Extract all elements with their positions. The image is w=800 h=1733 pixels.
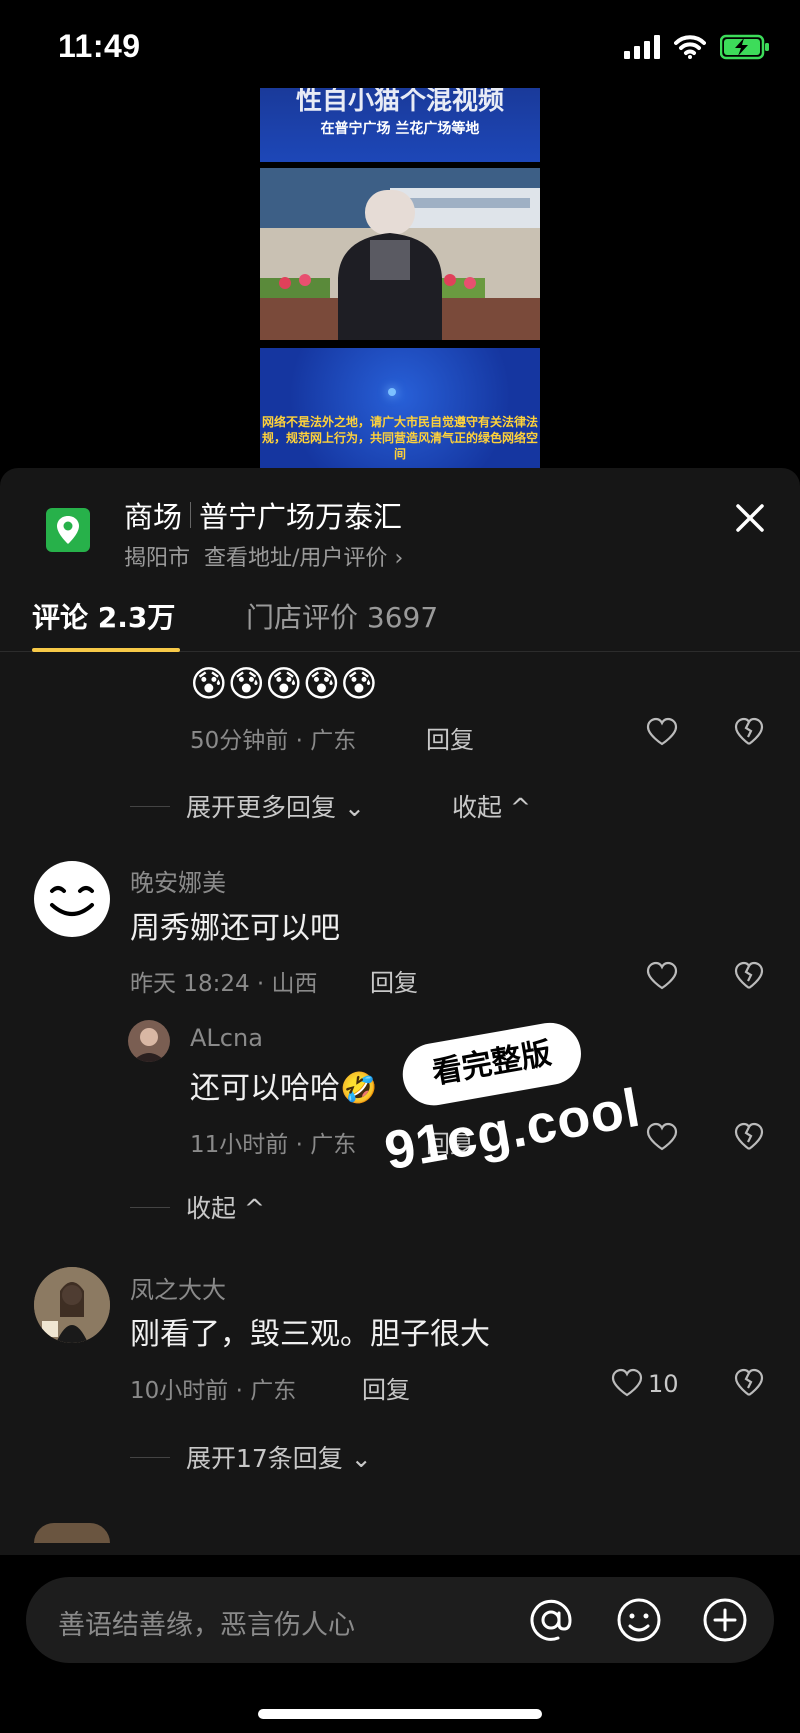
- reply-button[interactable]: 回复: [370, 963, 418, 998]
- divider: [190, 502, 192, 528]
- chevron-right-icon: ›: [394, 546, 404, 571]
- close-icon[interactable]: [728, 496, 772, 540]
- expand-replies-label: 展开17条回复 ⌄: [186, 1444, 372, 1473]
- status-bar: 11:49: [0, 0, 800, 100]
- video-caption: 网络不是法外之地，请广大市民自觉遵守有关法律法规，规范网上行为，共同营造风清气正…: [261, 415, 538, 461]
- tab-store-reviews[interactable]: 门店评价 3697: [246, 596, 438, 636]
- collapse-replies-button[interactable]: 收起 ^: [130, 1189, 265, 1225]
- poi-category: 商场: [124, 500, 183, 534]
- home-indicator[interactable]: [258, 1709, 542, 1719]
- comment-text: 刚看了，毁三观。胆子很大: [130, 1317, 490, 1352]
- video-banner-text: 在普宁广场 兰花广场等地: [320, 121, 480, 137]
- poi-address-link-text: 查看地址/用户评价: [204, 546, 388, 571]
- comment-meta: 昨天 18:24 · 山西: [130, 971, 318, 997]
- add-icon[interactable]: [700, 1595, 750, 1645]
- reply-meta: 11小时前 · 广东: [190, 1132, 357, 1158]
- status-icons: [624, 34, 770, 60]
- avatar[interactable]: [128, 1020, 170, 1062]
- status-time: 11:49: [58, 28, 141, 64]
- poi-subtitle: 揭阳市 查看地址/用户评价 ›: [124, 540, 403, 572]
- mention-icon[interactable]: [526, 1595, 576, 1645]
- reply-button[interactable]: 回复: [426, 720, 474, 755]
- comment-meta: 50分钟前 · 广东: [190, 728, 357, 754]
- video-banner-partial-text: 性自小猫个混视频: [295, 88, 504, 116]
- like-count: 10: [648, 1370, 679, 1398]
- heart-icon[interactable]: [610, 1368, 644, 1398]
- avatar[interactable]: [34, 1267, 110, 1343]
- poi-header[interactable]: 商场 普宁广场万泰汇 揭阳市 查看地址/用户评价 ›: [0, 468, 800, 578]
- cellular-signal-icon: [624, 35, 660, 59]
- wifi-icon: [674, 35, 706, 59]
- video-preview[interactable]: 性自小猫个混视频 在普宁广场 兰花广场等地 网络不是法外之地，请广大市民自觉遵守…: [260, 88, 540, 468]
- video-photo: [260, 168, 540, 340]
- expand-replies-button[interactable]: 展开更多回复 ⌄: [130, 788, 365, 824]
- comment-emoji-row: 😰😰😰😰😰: [190, 664, 378, 705]
- reply-button[interactable]: 回复: [362, 1370, 410, 1405]
- avatar[interactable]: [34, 861, 110, 937]
- poi-name: 普宁广场万泰汇: [199, 500, 403, 534]
- reply-username[interactable]: ALcna: [190, 1024, 263, 1052]
- broken-heart-icon[interactable]: [733, 1122, 765, 1152]
- battery-charging-icon: [720, 34, 769, 60]
- broken-heart-icon[interactable]: [733, 961, 765, 991]
- broken-heart-icon[interactable]: [733, 717, 765, 747]
- avatar[interactable]: [34, 1523, 110, 1543]
- comment-input[interactable]: 善语结善缘，恶言伤人心: [26, 1577, 774, 1663]
- poi-title: 商场 普宁广场万泰汇: [124, 494, 402, 536]
- comment-meta: 10小时前 · 广东: [130, 1378, 297, 1404]
- video-banner-top: 性自小猫个混视频 在普宁广场 兰花广场等地: [260, 88, 540, 162]
- collapse-label: 收起 ^: [186, 1194, 265, 1223]
- emoji-icon[interactable]: [614, 1595, 664, 1645]
- tab-comments[interactable]: 评论 2.3万: [32, 596, 175, 636]
- expand-replies-label: 展开更多回复 ⌄: [186, 793, 365, 822]
- comments-sheet: 商场 普宁广场万泰汇 揭阳市 查看地址/用户评价 › 评论 2.3万 门店评价 …: [0, 468, 800, 1733]
- comment-input-placeholder: 善语结善缘，恶言伤人心: [58, 1610, 355, 1641]
- comment-text: 周秀娜还可以吧: [130, 911, 340, 946]
- comment-username[interactable]: 凤之大大: [130, 1270, 226, 1305]
- active-tab-indicator: [32, 648, 180, 652]
- collapse-button[interactable]: 收起 ^: [452, 788, 531, 824]
- location-pin-icon: [46, 508, 90, 552]
- broken-heart-icon[interactable]: [733, 1368, 765, 1398]
- expand-replies-button[interactable]: 展开17条回复 ⌄: [130, 1439, 372, 1475]
- poi-city: 揭阳市: [124, 546, 191, 571]
- tab-bar: 评论 2.3万 门店评价 3697: [0, 578, 800, 652]
- poi-address-link[interactable]: 查看地址/用户评价 ›: [204, 540, 403, 572]
- reply-text: 还可以哈哈🤣: [190, 1071, 378, 1106]
- comment-username[interactable]: 晚安娜美: [130, 863, 226, 898]
- video-banner-bottom: 网络不是法外之地，请广大市民自觉遵守有关法律法规，规范网上行为，共同营造风清气正…: [260, 348, 540, 468]
- heart-icon[interactable]: [645, 717, 679, 747]
- comment-input-bar: 善语结善缘，恶言伤人心: [0, 1555, 800, 1733]
